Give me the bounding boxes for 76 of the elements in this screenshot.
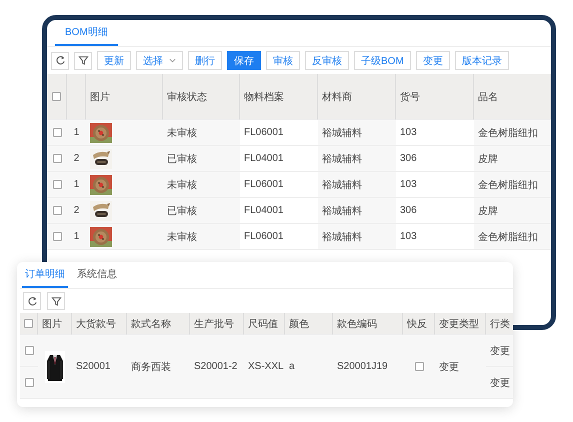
toolbar-button[interactable]: 变更: [416, 51, 450, 70]
refresh-button[interactable]: [23, 292, 41, 310]
table-cell: 未审核: [163, 224, 240, 250]
toolbar-button[interactable]: 审核: [266, 51, 300, 70]
refresh-button[interactable]: [51, 52, 69, 70]
filter-icon: [50, 296, 62, 306]
table-cell: 裕城辅料: [318, 120, 396, 146]
table-cell: 裕城辅料: [318, 198, 396, 224]
table-cell: 裕城辅料: [318, 146, 396, 172]
table-cell: 商务西装: [127, 335, 190, 399]
refresh-icon: [26, 296, 38, 306]
table-cell: S20001J19: [333, 335, 403, 399]
column-header: 款式名称: [127, 313, 190, 335]
row-number: 2: [67, 146, 86, 172]
table-cell: XS-XXL: [244, 335, 285, 399]
filter-button[interactable]: [47, 292, 65, 310]
toolbar-button[interactable]: 子级BOM: [354, 51, 411, 70]
table-cell: S20001-2: [190, 335, 244, 399]
column-header: 图片: [38, 313, 72, 335]
column-header: 大货款号: [72, 313, 127, 335]
table-cell: 已审核: [163, 146, 240, 172]
table-cell: 金色树脂纽扣: [474, 224, 551, 250]
column-header: 尺码值: [244, 313, 285, 335]
toolbar-button[interactable]: 保存: [227, 51, 261, 70]
table-cell: 金色树脂纽扣: [474, 172, 551, 198]
column-header: 图片: [86, 74, 163, 120]
refresh-icon: [54, 55, 66, 66]
row-number: 1: [67, 172, 86, 198]
table-cell: 变更: [486, 367, 513, 399]
column-header: 品名: [474, 74, 551, 120]
toolbar-button[interactable]: 更新: [97, 51, 131, 70]
column-header: 物料档案: [240, 74, 318, 120]
toolbar-button[interactable]: 版本记录: [454, 51, 509, 70]
table-cell: 变更: [435, 335, 486, 399]
column-header: 审核状态: [163, 74, 240, 120]
row-checkbox[interactable]: [52, 206, 62, 215]
row-checkbox[interactable]: [52, 232, 62, 241]
column-header: 颜色: [285, 313, 333, 335]
table-cell: 裕城辅料: [318, 224, 396, 250]
table-cell: 金色树脂纽扣: [474, 120, 551, 146]
filter-button[interactable]: [74, 52, 92, 70]
column-header: 材料商: [318, 74, 396, 120]
table-cell: a: [285, 335, 333, 399]
caret-icon: [169, 57, 176, 64]
column-header: 变更类型: [435, 313, 486, 335]
table-cell: 未审核: [163, 120, 240, 146]
row-checkbox[interactable]: [24, 346, 34, 355]
dropdown-button[interactable]: 选择: [136, 51, 183, 70]
select-all-checkbox[interactable]: [24, 319, 33, 328]
column-header: 货号: [396, 74, 474, 120]
table-cell: 裕城辅料: [318, 172, 396, 198]
row-number: 2: [67, 198, 86, 224]
column-header: 生产批号: [190, 313, 244, 335]
row-number: 1: [67, 120, 86, 146]
column-header: 行类: [486, 313, 513, 335]
tab[interactable]: BOM明细: [55, 20, 118, 46]
toolbar-button[interactable]: 删行: [188, 51, 222, 70]
table-cell: 未审核: [163, 172, 240, 198]
row-checkbox[interactable]: [52, 180, 62, 189]
column-header: 快反: [403, 313, 435, 335]
row-checkbox[interactable]: [52, 154, 62, 163]
toolbar-button[interactable]: 反审核: [305, 51, 349, 70]
select-all-checkbox[interactable]: [52, 92, 61, 101]
table-cell: 变更: [486, 335, 513, 367]
checkbox[interactable]: [414, 362, 424, 371]
filter-icon: [78, 55, 88, 66]
table-cell: 皮牌: [474, 146, 551, 172]
table-cell: 皮牌: [474, 198, 551, 224]
row-checkbox[interactable]: [24, 378, 34, 387]
table-cell: 已审核: [163, 198, 240, 224]
row-checkbox[interactable]: [52, 128, 62, 137]
column-header: 款色编码: [333, 313, 403, 335]
table-cell: S20001: [72, 335, 127, 399]
row-number: 1: [67, 224, 86, 250]
tab[interactable]: 系统信息: [74, 262, 120, 288]
tab[interactable]: 订单明细: [22, 262, 68, 288]
